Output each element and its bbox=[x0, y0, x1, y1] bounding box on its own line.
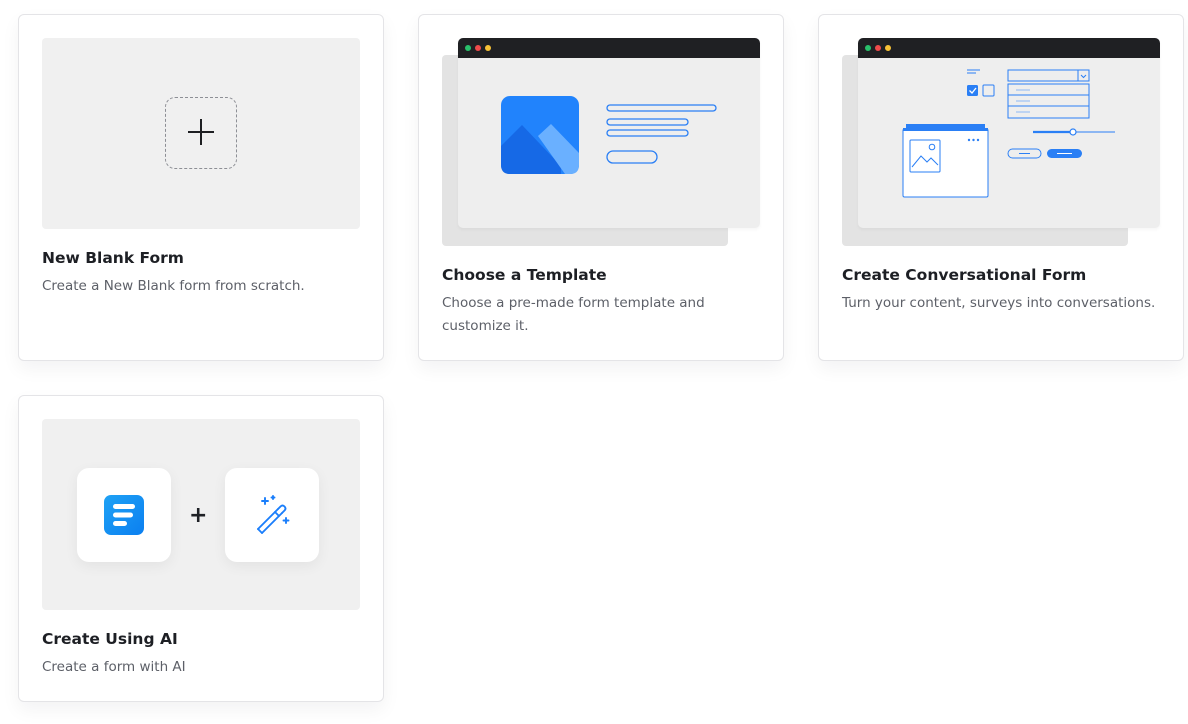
blank-form-thumbnail bbox=[42, 38, 360, 229]
magic-wand-icon bbox=[257, 495, 290, 534]
plus-icon: + bbox=[189, 503, 208, 528]
browser-window-illustration bbox=[858, 38, 1160, 228]
card-description: Turn your content, surveys into conversa… bbox=[842, 295, 1156, 311]
plus-icon bbox=[165, 97, 237, 169]
choose-template-card[interactable]: Choose a Template Choose a pre-made form… bbox=[418, 14, 784, 361]
ai-wand-tile bbox=[225, 468, 319, 562]
conversational-form-card[interactable]: Create Conversational Form Turn your con… bbox=[818, 14, 1184, 361]
card-title: New Blank Form bbox=[42, 249, 184, 267]
fluent-forms-logo-icon bbox=[104, 495, 144, 535]
card-description: Choose a pre-made form template and cust… bbox=[442, 295, 705, 334]
card-title: Create Using AI bbox=[42, 630, 178, 648]
browser-window-illustration bbox=[458, 38, 760, 228]
new-blank-form-card[interactable]: New Blank Form Create a New Blank form f… bbox=[18, 14, 384, 361]
ai-thumbnail: + bbox=[42, 419, 360, 610]
create-using-ai-card[interactable]: + Create Using AI Create a form with AI bbox=[18, 395, 384, 702]
card-description: Create a New Blank form from scratch. bbox=[42, 278, 305, 294]
conversational-illustration bbox=[842, 38, 1164, 248]
conversational-form-illustration bbox=[902, 69, 1115, 198]
template-illustration bbox=[442, 38, 764, 248]
image-placeholder-icon bbox=[501, 96, 717, 174]
card-title: Choose a Template bbox=[442, 266, 607, 284]
card-description: Create a form with AI bbox=[42, 659, 186, 675]
fluent-forms-logo-tile bbox=[77, 468, 171, 562]
card-title: Create Conversational Form bbox=[842, 266, 1087, 284]
